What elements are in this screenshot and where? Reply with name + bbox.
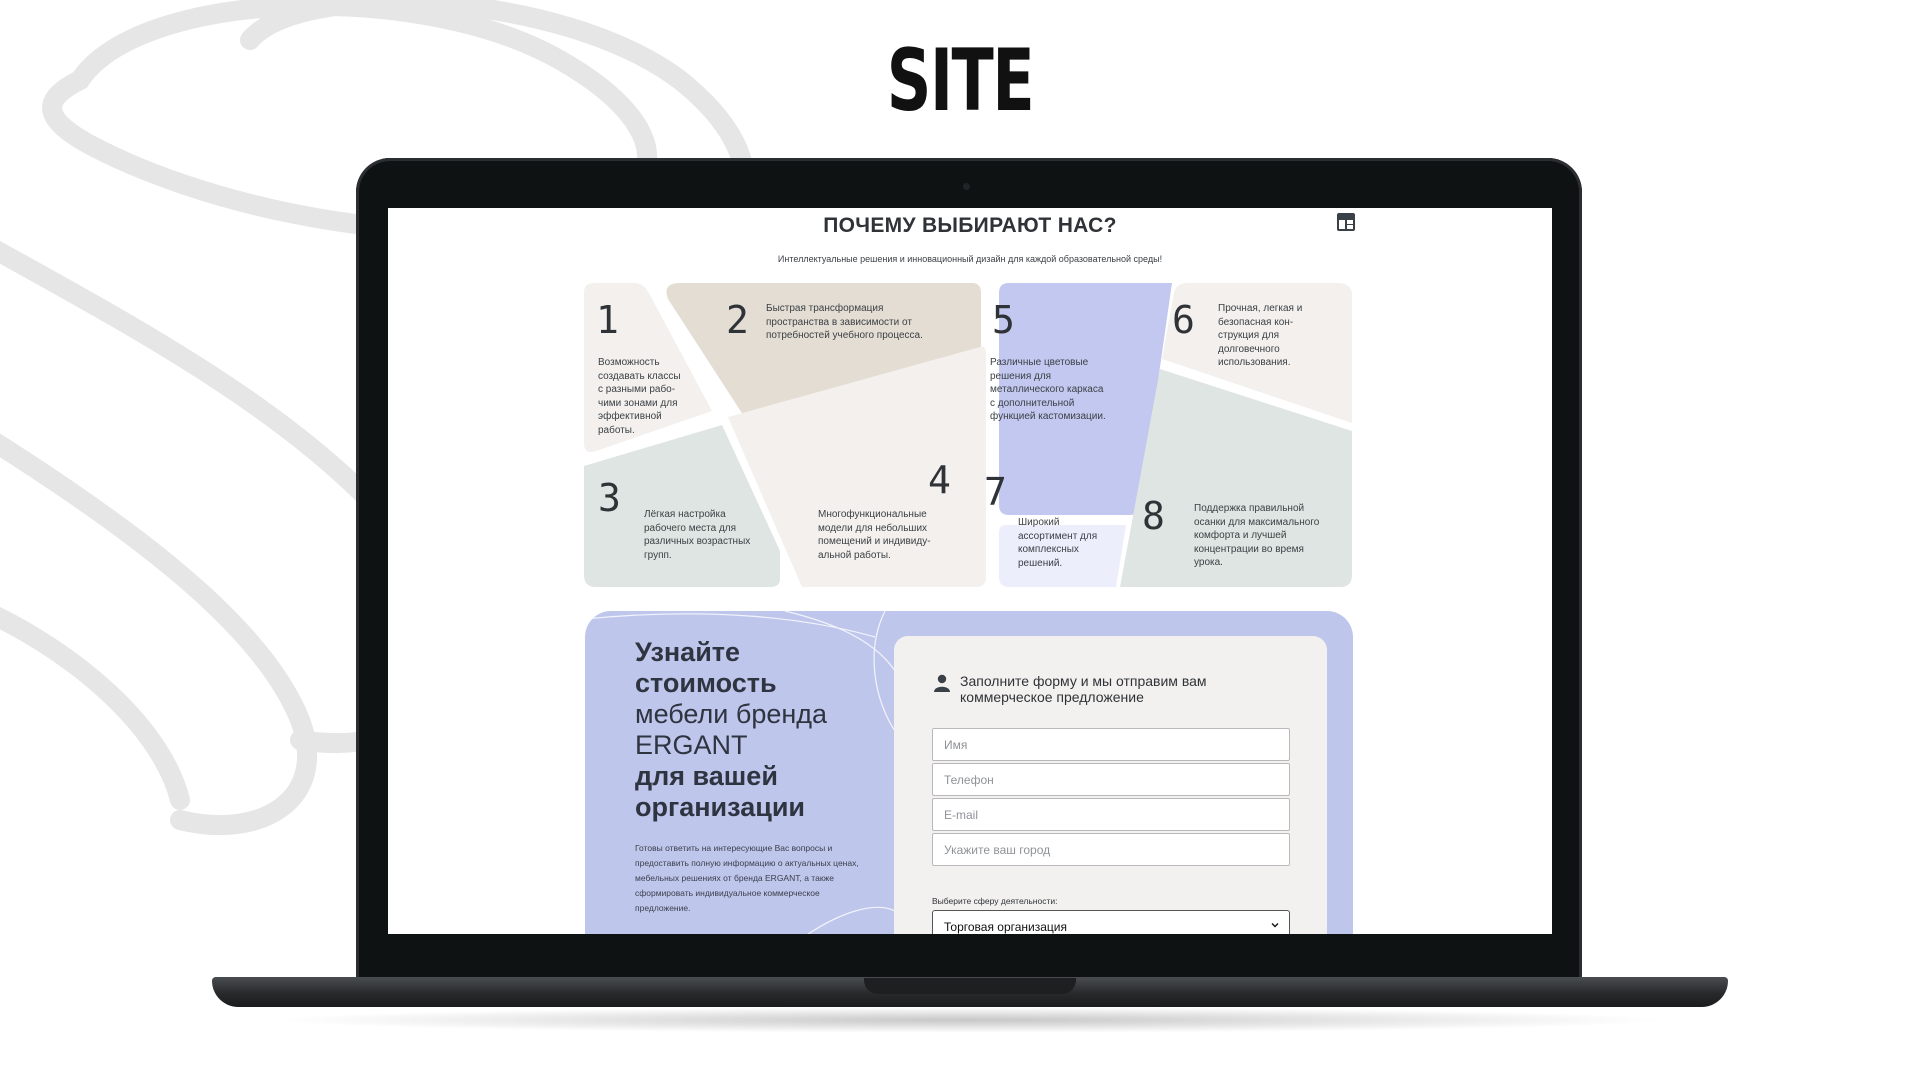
price-request-section: Узнайте стоимость мебели бренда ERGANT д…: [585, 611, 1353, 934]
activity-select[interactable]: Торговая организация: [932, 910, 1290, 934]
laptop-screen: ПОЧЕМУ ВЫБИРАЮТ НАС? Интеллектуальные ре…: [388, 208, 1552, 934]
feature-text: Возможность создавать классы с разными раб…: [598, 357, 681, 436]
request-form: Заполните форму и мы отправим вам коммер…: [894, 636, 1327, 934]
section-title: ПОЧЕМУ ВЫБИРАЮТ НАС?: [823, 214, 1117, 237]
feature-text: Лёгкая настройка рабочего места для различ…: [644, 509, 751, 561]
email-field[interactable]: [932, 798, 1290, 831]
feature-text: Широкий ассортимент для комплексных решений…: [1018, 517, 1098, 569]
layout-grid-icon[interactable]: [1337, 213, 1355, 231]
feature-number: 7: [984, 470, 1007, 514]
user-icon: [934, 674, 950, 692]
chevron-down-icon: [1271, 923, 1279, 928]
feature-number: 2: [726, 298, 749, 342]
activity-select-value: Торговая организация: [944, 920, 1067, 934]
phone-field[interactable]: [932, 763, 1290, 796]
feature-number: 3: [598, 476, 621, 520]
feature-number: 6: [1172, 298, 1195, 342]
feature-number: 1: [596, 298, 619, 342]
feature-text: Быстрая трансформация пространства в зави…: [766, 303, 923, 341]
cta-description: Готовы ответить на интересующие Вас вопр…: [635, 843, 859, 913]
feature-number: 5: [992, 298, 1015, 342]
feature-text: Различные цветовые решения для металлическ…: [990, 357, 1106, 422]
cta-heading: Узнайте стоимость мебели бренда ERGANT д…: [635, 637, 828, 822]
feature-number: 8: [1142, 494, 1165, 538]
activity-select-label: Выберите сферу деятельности:: [932, 896, 1058, 906]
name-field[interactable]: [932, 728, 1290, 761]
laptop-notch: [864, 978, 1076, 994]
city-field[interactable]: [932, 833, 1290, 866]
page-headline: SITE: [886, 31, 1035, 131]
feature-number: 4: [928, 458, 951, 502]
feature-text: Многофункциональные модели для небольших п…: [818, 509, 931, 561]
laptop-shadow: [270, 1007, 1670, 1033]
laptop-camera: [963, 183, 970, 190]
section-subtitle: Интеллектуальные решения и инновационный…: [777, 254, 1163, 264]
form-heading: Заполните форму и мы отправим вам коммер…: [960, 673, 1207, 705]
feature-text: Поддержка правильной осанки для максималь…: [1194, 503, 1320, 568]
feature-text: Прочная, легкая и безопасная кон-струкция…: [1218, 303, 1303, 368]
